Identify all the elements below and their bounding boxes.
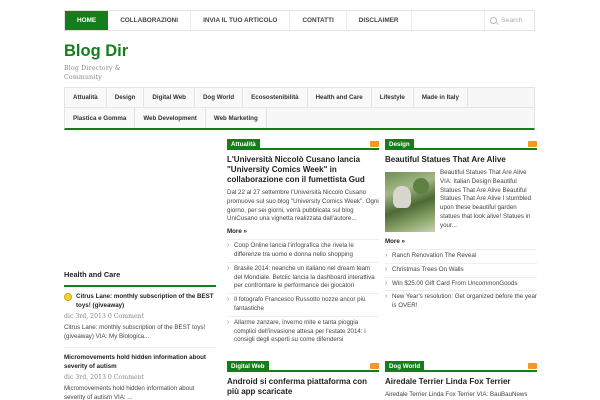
nav-invia-articolo[interactable]: INVIA IL TUO ARTICOLO [191, 11, 291, 30]
post-title[interactable]: Airedale Terrier Linda Fox Terrier [385, 377, 537, 387]
sidebar-post-meta: dic 3rd, 2013 0 Comment [64, 313, 145, 320]
list-item[interactable]: Christmas Trees On Walls [385, 262, 537, 277]
column-header: Digital Web [227, 361, 379, 372]
cat-web-marketing[interactable]: Web Marketing [205, 108, 267, 128]
post-body: Beautiful Statues That Are Alive VIA: It… [385, 169, 537, 232]
category-navigation: Attualità Design Digital Web Dog World E… [64, 87, 535, 130]
list-item[interactable]: Il fotografo Francesco Russotto nozze an… [227, 293, 379, 316]
search-input[interactable]: Search [501, 17, 523, 24]
list-item[interactable]: Ranch Renovation The Reveal [385, 249, 537, 263]
column-header: Design [385, 139, 537, 150]
sidebar-post-title-text[interactable]: Citrus Lane: monthly subscription of the… [76, 293, 216, 310]
nav-disclaimer[interactable]: DISCLAIMER [347, 11, 412, 30]
cat-made-in-italy[interactable]: Made in Italy [413, 88, 468, 107]
column-digital-web: Digital Web Android si conferma piattafo… [227, 361, 379, 397]
category-label[interactable]: Design [385, 139, 414, 150]
category-label[interactable]: Digital Web [227, 361, 269, 372]
sidebar-post-excerpt: Micromovements hold hidden information a… [64, 385, 216, 400]
post-excerpt: Dal 22 al 27 settembre l'Università Nicc… [227, 189, 379, 223]
list-item[interactable]: Allarme zanzare, inverno mite e tanta pi… [227, 315, 379, 347]
cat-health-and-care[interactable]: Health and Care [307, 88, 372, 107]
site-description: Blog Directory & Community [64, 65, 121, 81]
cat-digital-web[interactable]: Digital Web [144, 88, 195, 107]
cat-design[interactable]: Design [106, 88, 145, 107]
sidebar-post-excerpt: Citrus Lane: monthly subscription of the… [64, 324, 216, 348]
sidebar-post-title[interactable]: Micromovements hold hidden information a… [64, 354, 216, 371]
sidebar-post-meta: dic 3rd, 2013 0 Comment [64, 374, 145, 381]
column-attualita: Attualità L'Università Niccolò Cusano la… [227, 139, 379, 347]
list-item[interactable]: Win $25.00 Gift Card From UncommonGoods [385, 276, 537, 291]
site-title[interactable]: Blog Dir [64, 42, 128, 61]
cat-lifestyle[interactable]: Lifestyle [371, 88, 414, 107]
column-header: Dog World [385, 361, 537, 372]
category-label[interactable]: Attualità [227, 139, 260, 150]
column-design: Design Beautiful Statues That Are Alive … [385, 139, 537, 313]
list-item[interactable]: Coop Online lancia l'infografica che riv… [227, 239, 379, 262]
top-navigation: HOME COLLABORAZIONI INVIA IL TUO ARTICOL… [64, 10, 535, 31]
sidebar-post-title[interactable]: Citrus Lane: monthly subscription of the… [64, 293, 216, 310]
nav-contatti[interactable]: CONTATTI [290, 11, 347, 30]
nav-home[interactable]: HOME [65, 11, 109, 30]
cat-attualita[interactable]: Attualità [65, 88, 107, 107]
smiley-icon [64, 293, 72, 301]
rss-icon[interactable] [528, 363, 537, 369]
post-title[interactable]: L'Università Niccolò Cusano lancia "Univ… [227, 155, 379, 185]
cat-plastica-e-gomma[interactable]: Plastica e Gomma [65, 108, 136, 128]
cat-dog-world[interactable]: Dog World [194, 88, 244, 107]
post-list: Coop Online lancia l'infografica che riv… [227, 239, 379, 347]
list-item[interactable]: Brasile 2014: neanche un italiano nel dr… [227, 261, 379, 293]
sidebar-health-and-care: Health and Care Citrus Lane: monthly sub… [64, 270, 216, 400]
sidebar-post: Micromovements hold hidden information a… [64, 348, 216, 400]
category-row: Attualità Design Digital Web Dog World E… [65, 88, 534, 108]
category-row: Plastica e Gomma Web Development Web Mar… [65, 108, 534, 128]
rss-icon[interactable] [370, 363, 379, 369]
sidebar-post: Citrus Lane: monthly subscription of the… [64, 287, 216, 348]
post-list: Ranch Renovation The Reveal Christmas Tr… [385, 249, 537, 313]
post-title[interactable]: Android si conferma piattaforma con più … [227, 377, 379, 397]
more-link[interactable]: More » [227, 228, 379, 235]
search-box[interactable]: Search [484, 11, 534, 30]
rss-icon[interactable] [370, 141, 379, 147]
sidebar-heading: Health and Care [64, 270, 216, 287]
nav-collaborazioni[interactable]: COLLABORAZIONI [108, 11, 192, 30]
search-icon [490, 17, 497, 24]
sidebar-post-title-text[interactable]: Micromovements hold hidden information a… [64, 354, 216, 371]
cat-ecosostenibilita[interactable]: Ecosostenibilità [243, 88, 308, 107]
column-header: Attualità [227, 139, 379, 150]
post-title[interactable]: Beautiful Statues That Are Alive [385, 155, 537, 165]
post-thumbnail[interactable] [385, 172, 435, 232]
list-item[interactable]: New Year's resolution: Get organized bef… [385, 290, 537, 313]
category-label[interactable]: Dog World [385, 361, 425, 372]
more-link[interactable]: More » [385, 238, 537, 245]
post-excerpt: Airedale Terrier Linda Fox Terrier VIA: … [385, 391, 528, 398]
column-dog-world: Dog World Airedale Terrier Linda Fox Ter… [385, 361, 537, 400]
cat-web-development[interactable]: Web Development [135, 108, 206, 128]
rss-icon[interactable] [528, 141, 537, 147]
